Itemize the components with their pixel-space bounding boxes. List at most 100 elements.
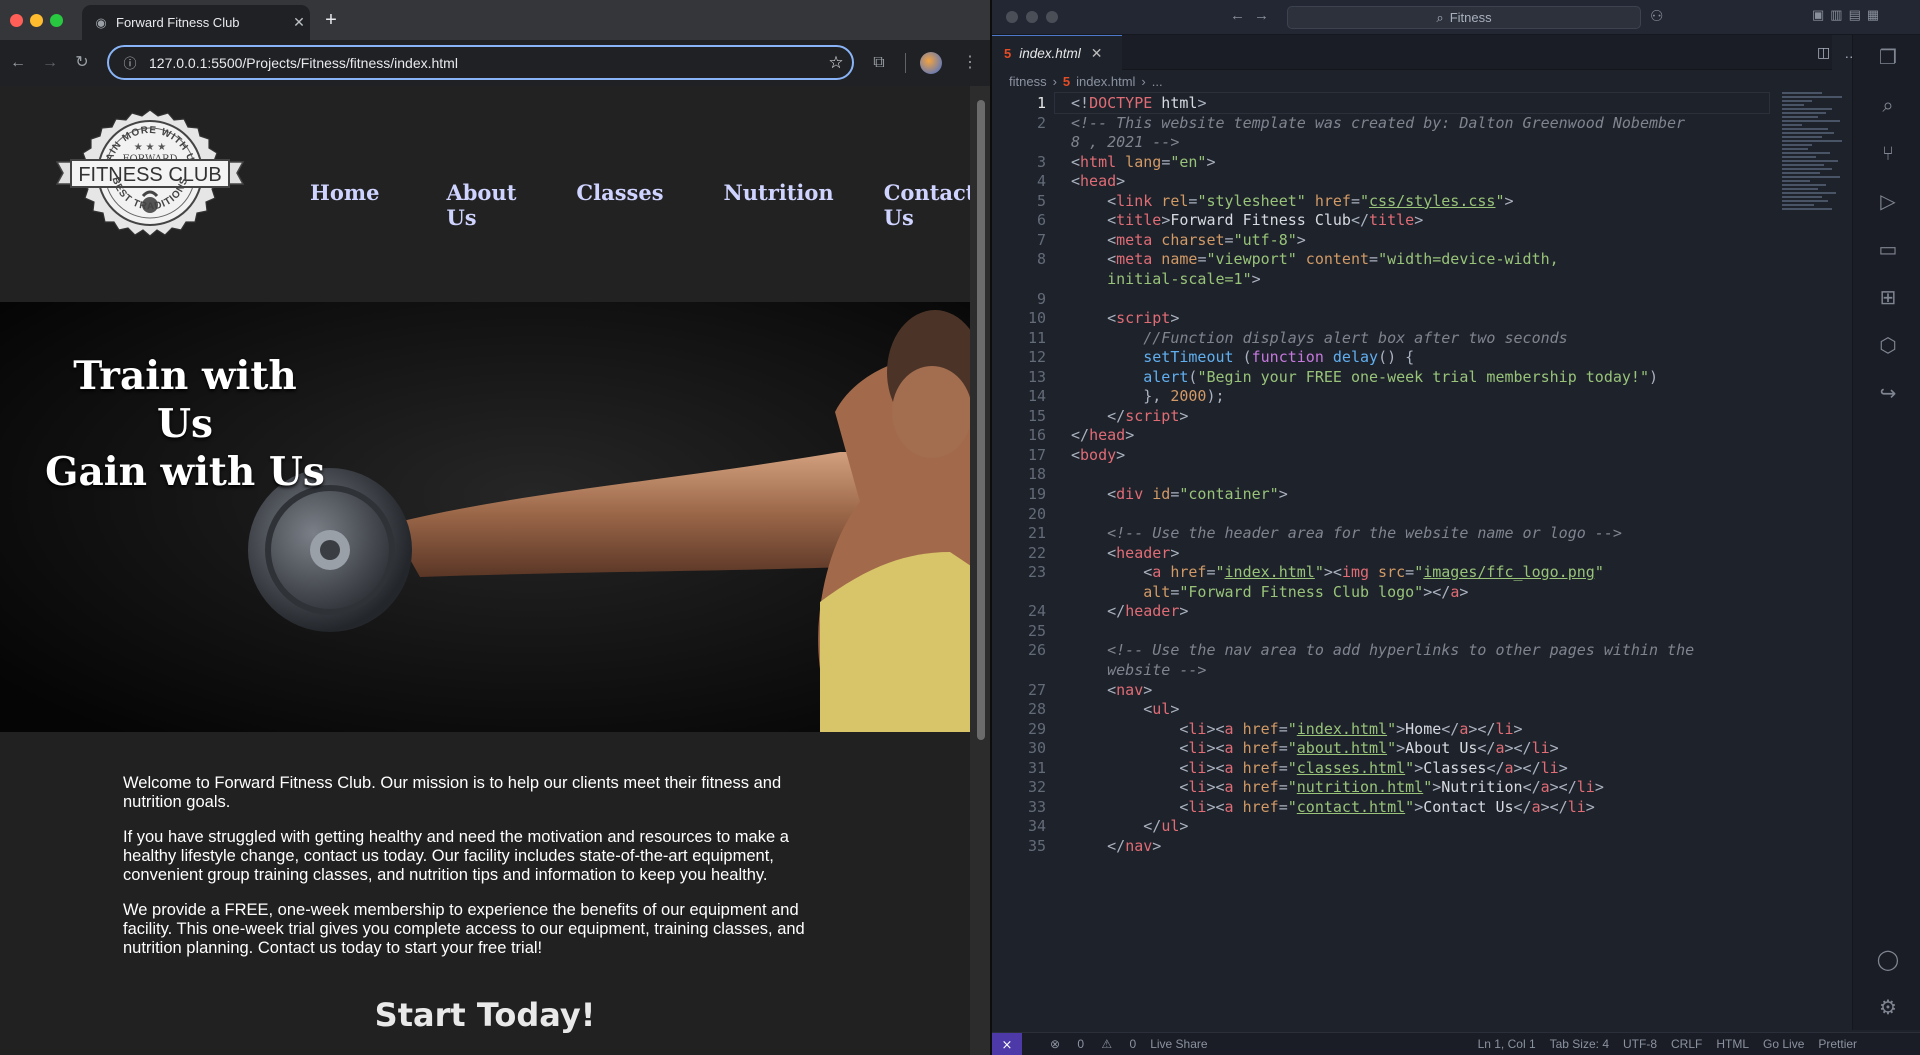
- vs-maximize-button[interactable]: [1046, 11, 1058, 23]
- search-icon[interactable]: ⌕: [1875, 93, 1901, 119]
- nav-contact-us[interactable]: Contact Us: [862, 180, 970, 230]
- code-editor[interactable]: 1 <!DOCTYPE html> 2 <!-- This website templ…: [992, 92, 1832, 1030]
- code-line[interactable]: <ul>: [1071, 700, 1179, 718]
- code-line[interactable]: //Function displays alert box after two …: [1071, 329, 1567, 347]
- nav-forward-icon[interactable]: →: [1254, 7, 1269, 24]
- code-line[interactable]: <header>: [1071, 544, 1179, 562]
- tab-size[interactable]: Tab Size: 4: [1550, 1037, 1609, 1051]
- language-mode[interactable]: HTML: [1716, 1037, 1749, 1051]
- code-token: =: [1369, 250, 1379, 269]
- scrollbar-thumb[interactable]: [977, 100, 985, 740]
- encoding[interactable]: UTF-8: [1623, 1037, 1657, 1051]
- page-scrollbar[interactable]: [970, 86, 990, 1055]
- back-icon[interactable]: ←: [4, 49, 32, 77]
- code-line[interactable]: <meta name="viewport" content="width=dev…: [1071, 250, 1559, 268]
- nav-classes[interactable]: Classes: [554, 180, 701, 230]
- menu-icon[interactable]: ⋮: [956, 49, 984, 77]
- code-line[interactable]: <!-- Use the nav area to add hyperlinks …: [1071, 641, 1694, 659]
- code-token: name: [1152, 250, 1198, 269]
- bookmark-star-icon[interactable]: ☆: [820, 53, 852, 73]
- code-line[interactable]: <!-- This website template was created b…: [1071, 114, 1685, 132]
- prettier-button[interactable]: Prettier: [1818, 1037, 1857, 1051]
- fitness-club-logo[interactable]: GAIN MORE WITH US ★ ★ ★ FORWARD FITNESS …: [55, 108, 245, 254]
- url-text[interactable]: 127.0.0.1:5500/Projects/Fitness/fitness/…: [145, 55, 820, 71]
- reload-icon[interactable]: ↻: [68, 49, 96, 77]
- minimap[interactable]: [1782, 92, 1852, 342]
- run-debug-icon[interactable]: ▷: [1875, 189, 1901, 215]
- code-line[interactable]: <script>: [1071, 309, 1179, 327]
- code-line[interactable]: <html lang="en">: [1071, 153, 1216, 171]
- code-line[interactable]: 8 , 2021 -->: [1071, 133, 1179, 151]
- code-line[interactable]: alert("Begin your FREE one-week trial me…: [1071, 368, 1658, 386]
- code-line[interactable]: <!DOCTYPE html>: [1071, 94, 1206, 112]
- problems-indicator[interactable]: ⊗ 0 ⚠ 0: [1036, 1037, 1136, 1051]
- new-tab-button[interactable]: +: [318, 8, 344, 34]
- code-line[interactable]: </head>: [1071, 426, 1134, 444]
- breadcrumb-file[interactable]: index.html: [1076, 74, 1135, 89]
- code-line[interactable]: alt="Forward Fitness Club logo"></a>: [1071, 583, 1468, 601]
- vs-close-button[interactable]: [1006, 11, 1018, 23]
- breadcrumb-symbol[interactable]: ...: [1152, 74, 1163, 89]
- end-of-line[interactable]: CRLF: [1671, 1037, 1702, 1051]
- breadcrumb-folder[interactable]: fitness: [1009, 74, 1047, 89]
- code-line[interactable]: <a href="index.html"><img src="images/ff…: [1071, 563, 1604, 581]
- profile-avatar[interactable]: [920, 52, 942, 74]
- cursor-position[interactable]: Ln 1, Col 1: [1478, 1037, 1536, 1051]
- live-share-icon[interactable]: ↪: [1875, 381, 1901, 407]
- code-line[interactable]: <!-- Use the header area for the website…: [1071, 524, 1622, 542]
- code-line[interactable]: <li><a href="classes.html">Classes</a></…: [1071, 759, 1567, 777]
- code-line[interactable]: <li><a href="nutrition.html">Nutrition</…: [1071, 778, 1603, 796]
- code-line[interactable]: </header>: [1071, 602, 1188, 620]
- address-bar[interactable]: ⓘ 127.0.0.1:5500/Projects/Fitness/fitnes…: [107, 45, 854, 80]
- layout-icons[interactable]: ▣▥▤▦: [1812, 7, 1885, 23]
- minimize-window-button[interactable]: [30, 14, 43, 27]
- cast-icon[interactable]: ⧉: [865, 49, 893, 77]
- accounts-icon[interactable]: ◯: [1875, 947, 1901, 973]
- close-window-button[interactable]: [10, 14, 23, 27]
- code-line[interactable]: }, 2000);: [1071, 387, 1224, 405]
- code-line[interactable]: <li><a href="contact.html">Contact Us</a…: [1071, 797, 1594, 816]
- code-line[interactable]: <title>Forward Fitness Club</title>: [1071, 211, 1423, 229]
- nav-nutrition[interactable]: Nutrition: [702, 180, 862, 230]
- code-line[interactable]: <li><a href="index.html">Home</a></li>: [1071, 720, 1522, 738]
- nav-about-us[interactable]: About Us: [424, 180, 554, 230]
- package-icon[interactable]: ⬡: [1875, 333, 1901, 359]
- code-line[interactable]: <meta charset="utf-8">: [1071, 231, 1306, 249]
- nav-back-icon[interactable]: ←: [1230, 7, 1245, 24]
- copilot-icon[interactable]: ⚇: [1650, 7, 1663, 25]
- code-line[interactable]: website -->: [1071, 661, 1206, 679]
- maximize-window-button[interactable]: [50, 14, 63, 27]
- site-info-icon[interactable]: ⓘ: [115, 53, 145, 72]
- code-line[interactable]: <link rel="stylesheet" href="css/styles.…: [1071, 192, 1513, 210]
- go-live-button[interactable]: Go Live: [1763, 1037, 1804, 1051]
- code-token: li: [1188, 797, 1207, 816]
- code-line[interactable]: <body>: [1071, 446, 1125, 464]
- explorer-icon[interactable]: ❐: [1875, 45, 1901, 71]
- source-control-icon[interactable]: ⑂: [1875, 141, 1901, 167]
- close-tab-icon[interactable]: ✕: [1091, 45, 1103, 62]
- forward-icon[interactable]: →: [36, 49, 64, 77]
- code-line[interactable]: </nav>: [1071, 837, 1161, 855]
- code-line[interactable]: setTimeout (function delay() {: [1071, 348, 1414, 366]
- live-share-button[interactable]: Live Share: [1150, 1037, 1207, 1051]
- code-line[interactable]: </script>: [1071, 407, 1188, 425]
- settings-gear-icon[interactable]: ⚙: [1875, 995, 1901, 1021]
- code-line[interactable]: <head>: [1071, 172, 1125, 190]
- remote-indicator-icon[interactable]: ⨯: [992, 1032, 1022, 1055]
- browser-tab[interactable]: ◉ Forward Fitness Club ✕: [82, 5, 310, 40]
- code-token: "Begin your FREE one-week trial membersh…: [1197, 367, 1649, 386]
- close-tab-icon[interactable]: ✕: [288, 14, 310, 31]
- tab-index-html[interactable]: 5 index.html ✕: [992, 35, 1122, 70]
- vs-minimize-button[interactable]: [1026, 11, 1038, 23]
- code-line[interactable]: <li><a href="about.html">About Us</a></l…: [1071, 739, 1558, 757]
- command-center-search[interactable]: ⌕ Fitness: [1287, 6, 1641, 29]
- code-line[interactable]: </ul>: [1071, 817, 1188, 835]
- code-line[interactable]: initial-scale=1">: [1071, 270, 1261, 288]
- code-line[interactable]: <div id="container">: [1071, 485, 1288, 503]
- code-line[interactable]: <nav>: [1071, 681, 1152, 699]
- split-editor-icon[interactable]: ◫: [1817, 44, 1830, 61]
- remote-explorer-icon[interactable]: ▭: [1875, 237, 1901, 263]
- nav-home[interactable]: Home: [290, 180, 424, 230]
- extensions-icon[interactable]: ⊞: [1875, 285, 1901, 311]
